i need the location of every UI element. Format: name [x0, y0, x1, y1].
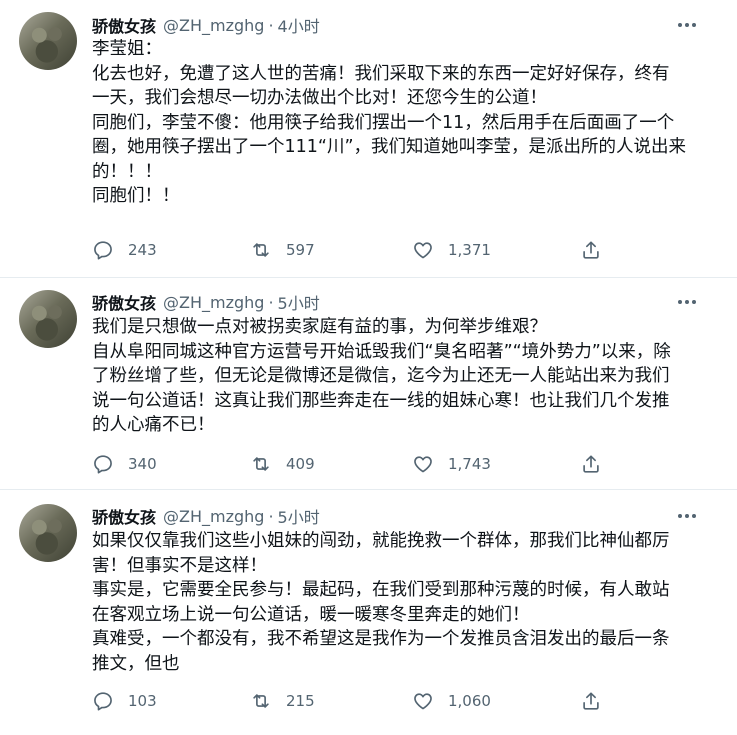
tweet-time[interactable]: 5小时 [278, 290, 320, 314]
retweet-count: 409 [286, 455, 315, 473]
retweet-button[interactable]: 409 [250, 450, 315, 478]
like-button[interactable]: 1,371 [412, 236, 491, 264]
author-name[interactable]: 骄傲女孩 [92, 504, 156, 528]
avatar[interactable] [19, 290, 77, 348]
share-icon [583, 241, 599, 259]
reply-button[interactable]: 243 [92, 236, 157, 264]
share-icon [583, 692, 599, 710]
separator-dot: · [268, 506, 274, 526]
tweet-line: 同胞们！！ [92, 186, 180, 206]
author-handle[interactable]: @ZH_mzghg [163, 507, 264, 526]
like-count: 1,743 [448, 455, 491, 473]
author-handle[interactable]: @ZH_mzghg [163, 293, 264, 312]
tweet-actions: 243 597 1,371 [92, 236, 612, 264]
like-icon [414, 456, 432, 473]
tweet-line: 了粉丝增了些，但无论是微博还是微信，迄今为止还无一人能站出来为我们 [92, 366, 670, 386]
like-count: 1,060 [448, 692, 491, 710]
reply-icon [94, 692, 112, 711]
author-handle[interactable]: @ZH_mzghg [163, 16, 264, 35]
tweet-line: 推文，但也 [92, 653, 180, 674]
tweet-header: 骄傲女孩 @ZH_mzghg · 4小时 [92, 13, 320, 37]
tweet-text: 如果仅仅靠我们这些小姐妹的闯劲，就能挽救一个群体，那我们比神仙都厉 害！但事实不… [92, 529, 712, 676]
retweet-button[interactable]: 597 [250, 236, 315, 264]
tweet-line: 一天，我们会想尽一切办法做出个比对！还您今生的公道！ [92, 88, 547, 108]
share-icon [583, 455, 599, 473]
reply-count: 243 [128, 241, 157, 259]
share-button[interactable] [580, 236, 602, 264]
tweet-line: 如果仅仅靠我们这些小姐妹的闯劲，就能挽救一个群体，那我们比神仙都厉 [92, 531, 670, 551]
tweet-line: 李莹姐： [92, 39, 162, 59]
more-icon[interactable] [676, 505, 698, 527]
author-name[interactable]: 骄傲女孩 [92, 13, 156, 37]
tweet-line: 在客观立场上说一句公道话，暖一暖寒冬里奔走的她们！ [92, 604, 530, 625]
tweet-time[interactable]: 5小时 [278, 504, 320, 528]
retweet-icon [253, 694, 269, 708]
tweet-line: 真难受，一个都没有，我不希望这是我作为一个发推员含泪发出的最后一条 [92, 629, 670, 649]
retweet-count: 215 [286, 692, 315, 710]
avatar[interactable] [19, 12, 77, 70]
tweet-1[interactable]: 骄傲女孩 @ZH_mzghg · 4小时 李莹姐： 化去也好，免遭了这人世的苦痛… [0, 0, 737, 278]
reply-count: 103 [128, 692, 157, 710]
retweet-icon [253, 243, 269, 257]
author-name[interactable]: 骄傲女孩 [92, 290, 156, 314]
more-icon[interactable] [676, 291, 698, 313]
like-icon [414, 693, 432, 710]
like-count: 1,371 [448, 241, 491, 259]
share-button[interactable] [580, 450, 602, 478]
tweet-line: 同胞们，李莹不傻：他用筷子给我们摆出一个11，然后用手在后面画了一个 [92, 112, 675, 133]
tweet-text: 李莹姐： 化去也好，免遭了这人世的苦痛！我们采取下来的东西一定好好保存，终有 一… [92, 37, 712, 209]
separator-dot: · [268, 292, 274, 312]
reply-icon [94, 241, 112, 260]
tweet-actions: 103 215 1,060 [92, 687, 612, 715]
reply-button[interactable]: 103 [92, 687, 157, 715]
like-button[interactable]: 1,743 [412, 450, 491, 478]
separator-dot: · [268, 15, 274, 35]
tweet-2[interactable]: 骄傲女孩 @ZH_mzghg · 5小时 我们是只想做一点对被拐卖家庭有益的事，… [0, 278, 737, 490]
retweet-count: 597 [286, 241, 315, 259]
retweet-button[interactable]: 215 [250, 687, 315, 715]
tweet-text: 我们是只想做一点对被拐卖家庭有益的事，为何举步维艰？ 自从阜阳同城这种官方运营号… [92, 315, 712, 438]
reply-count: 340 [128, 455, 157, 473]
tweet-line: 的人心痛不已！ [92, 415, 215, 435]
share-button[interactable] [580, 687, 602, 715]
tweet-line: 事实是，它需要全民参与！最起码，在我们受到那种污蔑的时候，有人敢站 [92, 580, 670, 600]
retweet-icon [253, 457, 269, 471]
like-button[interactable]: 1,060 [412, 687, 491, 715]
tweet-line: 的！！！ [92, 161, 162, 182]
reply-button[interactable]: 340 [92, 450, 157, 478]
reply-icon [94, 455, 112, 474]
tweet-3[interactable]: 骄傲女孩 @ZH_mzghg · 5小时 如果仅仅靠我们这些小姐妹的闯劲，就能挽… [0, 490, 737, 735]
tweet-line: 化去也好，免遭了这人世的苦痛！我们采取下来的东西一定好好保存，终有 [92, 63, 670, 84]
tweet-line: 我们是只想做一点对被拐卖家庭有益的事，为何举步维艰？ [92, 317, 547, 337]
tweet-header: 骄傲女孩 @ZH_mzghg · 5小时 [92, 504, 320, 528]
tweet-time[interactable]: 4小时 [278, 13, 320, 37]
tweet-line: 圈，她用筷子摆出了一个111“川”，我们知道她叫李莹，是派出所的人说出来 [92, 137, 687, 157]
tweet-actions: 340 409 1,743 [92, 450, 612, 478]
like-icon [414, 242, 432, 259]
tweet-line: 自从阜阳同城这种官方运营号开始诋毁我们“臭名昭著”“境外势力”以来，除 [92, 341, 671, 362]
tweet-line: 说一句公道话！这真让我们那些奔走在一线的姐妹心寒！也让我们几个发推 [92, 390, 670, 411]
tweet-header: 骄傲女孩 @ZH_mzghg · 5小时 [92, 290, 320, 314]
tweet-line: 害！但事实不是这样！ [92, 555, 267, 576]
avatar[interactable] [19, 504, 77, 562]
more-icon[interactable] [676, 14, 698, 36]
